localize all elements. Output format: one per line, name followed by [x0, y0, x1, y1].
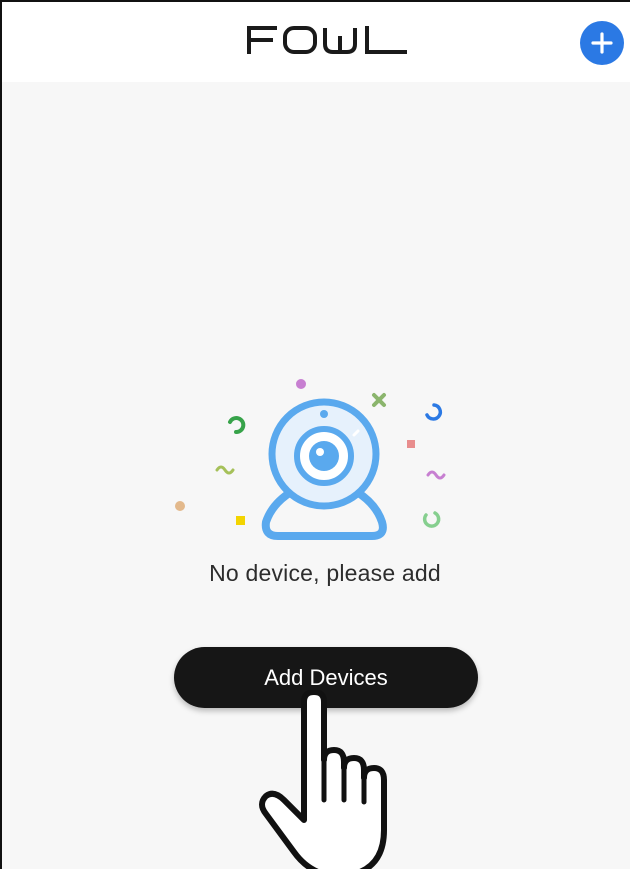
app-screen: No device, please add Add Devices: [0, 0, 630, 869]
add-device-button[interactable]: [580, 21, 624, 65]
brand-logo: [247, 26, 407, 54]
top-bar: [2, 2, 630, 82]
empty-state: No device, please add Add Devices: [2, 82, 630, 869]
empty-state-message: No device, please add: [209, 560, 441, 586]
webcam-icon: [175, 379, 446, 540]
pointing-hand-icon: [259, 690, 387, 869]
plus-icon: [591, 32, 613, 54]
